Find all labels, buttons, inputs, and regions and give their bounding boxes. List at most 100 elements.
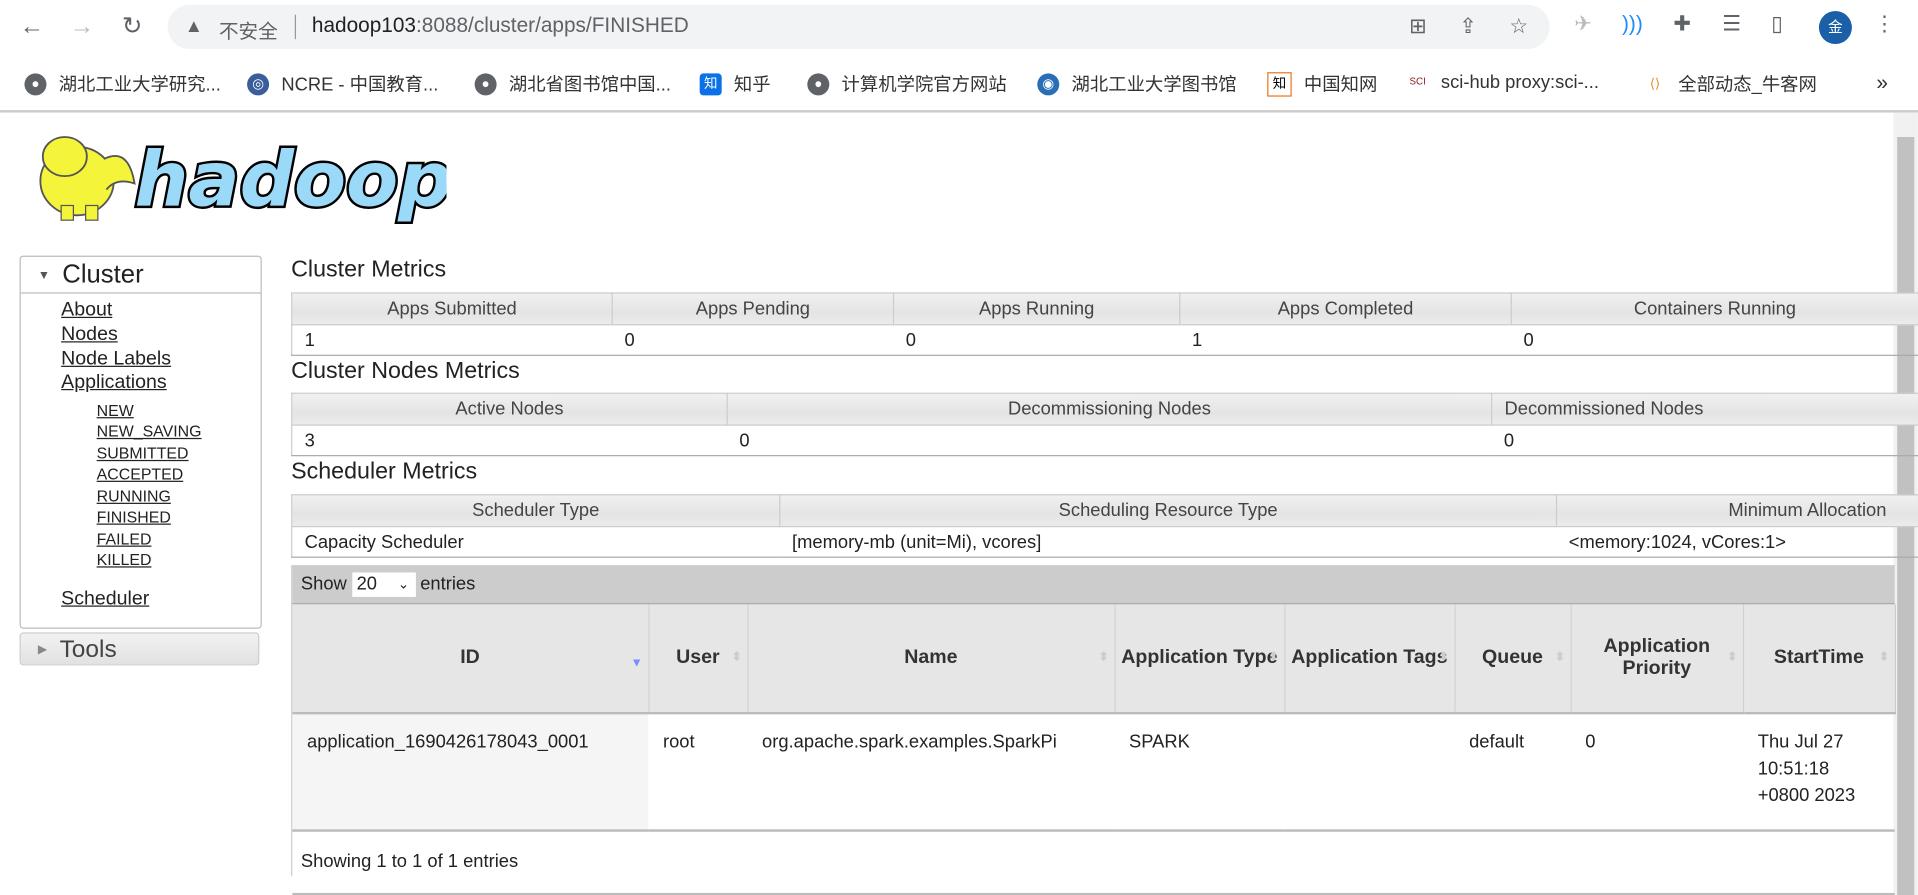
column-header-application-priority[interactable]: Application Priority ⬍ <box>1570 604 1744 715</box>
bookmark-item[interactable]: 知知乎 <box>699 71 771 97</box>
media-queue-icon[interactable]: ☰ <box>1722 12 1741 36</box>
name-cell: org.apache.spark.examples.SparkPi <box>747 713 1115 832</box>
back-icon[interactable]: ← <box>15 10 49 44</box>
side-panel-icon[interactable]: ▯ <box>1771 12 1782 36</box>
page-size-select[interactable]: 20 ⌄ <box>351 572 416 597</box>
globe-icon: ● <box>474 72 497 95</box>
application-type-cell: SPARK <box>1114 713 1285 832</box>
column-header: Containers Running <box>1511 292 1918 326</box>
triangle-right-icon: ▶ <box>37 643 48 658</box>
sidebar-item-nodes[interactable]: Nodes <box>61 324 118 346</box>
resource-type-value: [memory-mb (unit=Mi), vcores] <box>779 526 1557 558</box>
apps-running-value: 0 <box>893 324 1180 356</box>
sidebar-item-about[interactable]: About <box>61 300 112 322</box>
bookmark-label: 湖北工业大学图书馆 <box>1071 74 1237 96</box>
sidebar-item-killed[interactable]: KILLED <box>97 550 152 568</box>
sort-desc-icon: ▼ <box>630 656 643 671</box>
bookmark-item[interactable]: SCI sci-hub proxy:sci-... <box>1406 70 1599 93</box>
sidebar-item-applications[interactable]: Applications <box>61 372 167 394</box>
decommissioning-nodes-link[interactable]: 0 <box>739 430 749 451</box>
hadoop-logo[interactable]: hadoop <box>18 122 446 226</box>
sidebar-item-new-saving[interactable]: NEW_SAVING <box>97 422 202 440</box>
zhihu-icon: 知 <box>699 72 722 95</box>
column-header: Minimum Allocation <box>1556 494 1918 528</box>
column-header: Apps Completed <box>1179 292 1512 326</box>
active-nodes-link[interactable]: 3 <box>305 430 315 451</box>
cluster-section-header[interactable]: ▼ Cluster <box>20 257 261 294</box>
url-text[interactable]: hadoop103:8088/cluster/apps/FINISHED <box>312 13 689 37</box>
star-icon[interactable]: ☆ <box>1509 15 1528 39</box>
header-label: ID <box>460 647 480 668</box>
column-header: Scheduling Resource Type <box>779 494 1558 528</box>
header-label: Application Type <box>1121 647 1278 668</box>
header-label: User <box>676 647 720 668</box>
bookmark-label: 湖北省图书馆中国... <box>508 74 671 96</box>
nowcoder-icon: ⟨⟩ <box>1643 72 1666 95</box>
bookmark-item[interactable]: 知中国知网 <box>1267 71 1377 97</box>
sidebar-tools[interactable]: ▶ Tools <box>19 632 260 666</box>
reload-icon[interactable]: ↻ <box>115 10 149 44</box>
applications-table-wrapper: Show 20 ⌄ entries ID ▼ User ⬍ Name ⬍ Applicati… <box>291 565 1896 895</box>
column-header-queue[interactable]: Queue ⬍ <box>1454 604 1572 715</box>
sidebar-item-failed[interactable]: FAILED <box>97 530 152 548</box>
tools-title: Tools <box>59 636 117 663</box>
sidebar-item-accepted[interactable]: ACCEPTED <box>97 465 184 483</box>
application-id-link[interactable]: application_1690426178043_0001 <box>307 731 589 752</box>
sidebar-item-new[interactable]: NEW <box>97 401 134 419</box>
sidebar-item-node-labels[interactable]: Node Labels <box>61 349 171 371</box>
menu-kebab-icon[interactable]: ⋮ <box>1874 12 1895 36</box>
priority-cell: 0 <box>1570 713 1744 832</box>
security-label: 不安全 <box>218 22 278 43</box>
translate-icon[interactable]: ⊞ <box>1409 15 1426 39</box>
bookmark-item[interactable]: ⟨⟩ 全部动态_牛客网 <box>1643 71 1817 97</box>
address-bar[interactable]: ▲ 不安全 hadoop103:8088/cluster/apps/FINISH… <box>167 4 1550 49</box>
entries-label: entries <box>420 573 476 595</box>
cluster-title: Cluster <box>62 260 144 289</box>
ncre-icon: ◎ <box>247 72 270 95</box>
bookmark-item[interactable]: ● 湖北省图书馆中国... <box>474 71 671 97</box>
column-header-application-type[interactable]: Application Type ⬍ <box>1114 604 1285 715</box>
scheduler-metrics-title: Scheduler Metrics <box>291 458 478 485</box>
page-size-value: 20 <box>356 573 378 595</box>
divider <box>294 14 297 40</box>
sidebar-item-finished[interactable]: FINISHED <box>97 508 171 526</box>
bookmark-label: 计算机学院官方网站 <box>841 74 1007 96</box>
cluster-metrics-table: Apps Submitted Apps Pending Apps Running Ap… <box>291 292 1918 356</box>
bookmark-label: 全部动态_牛客网 <box>1678 74 1817 96</box>
bookmark-item[interactable]: ◎ NCRE - 中国教育... <box>247 71 438 97</box>
applications-table: ID ▼ User ⬍ Name ⬍ Application Type ⬍ Applic… <box>292 604 1896 832</box>
sort-icon: ⬍ <box>1878 650 1890 665</box>
column-header-user[interactable]: User ⬍ <box>648 604 748 715</box>
sort-icon: ⬍ <box>1727 650 1738 665</box>
column-header: Apps Submitted <box>291 292 613 326</box>
bookmark-label: 湖北工业大学研究... <box>58 74 221 96</box>
extensions-puzzle-icon[interactable]: ✚ <box>1673 12 1690 36</box>
cluster-metrics-title: Cluster Metrics <box>291 256 447 283</box>
warning-icon: ▲ <box>184 15 203 37</box>
sidebar-item-running[interactable]: RUNNING <box>97 487 171 505</box>
apps-completed-value: 1 <box>1179 324 1512 356</box>
bookmark-item[interactable]: ● 计算机学院官方网站 <box>807 71 1007 97</box>
containers-running-value: 0 <box>1511 324 1918 356</box>
column-header-name[interactable]: Name ⬍ <box>747 604 1115 715</box>
column-header-starttime[interactable]: StartTime ⬍ <box>1743 604 1896 715</box>
bookmark-item[interactable]: ◉ 湖北工业大学图书馆 <box>1037 71 1237 97</box>
bookmark-item[interactable]: ● 湖北工业大学研究... <box>24 71 221 97</box>
column-header: Apps Pending <box>612 292 895 326</box>
sidebar-cluster: ▼ Cluster About Nodes Node Labels Applica… <box>19 255 262 629</box>
extension-wifi-icon[interactable]: ))) <box>1622 12 1643 36</box>
header-label: Name <box>904 647 958 668</box>
nodes-metrics-title: Cluster Nodes Metrics <box>291 358 520 385</box>
more-bookmarks-button[interactable]: » <box>1876 71 1888 95</box>
column-header: Active Nodes <box>291 392 728 426</box>
column-header-application-tags[interactable]: Application Tags ⬍ <box>1284 604 1455 715</box>
share-icon[interactable]: ⇪ <box>1459 15 1476 39</box>
extension-bird-icon[interactable]: ✈ <box>1574 12 1591 36</box>
sidebar-item-scheduler[interactable]: Scheduler <box>61 588 149 610</box>
decommissioned-nodes-link[interactable]: 0 <box>1504 430 1514 451</box>
sidebar-item-submitted[interactable]: SUBMITTED <box>97 444 189 462</box>
header-label: Application Priority <box>1603 636 1711 679</box>
forward-icon[interactable]: → <box>65 10 99 44</box>
avatar[interactable]: 金 <box>1818 11 1852 45</box>
column-header-id[interactable]: ID ▼ <box>292 604 649 715</box>
